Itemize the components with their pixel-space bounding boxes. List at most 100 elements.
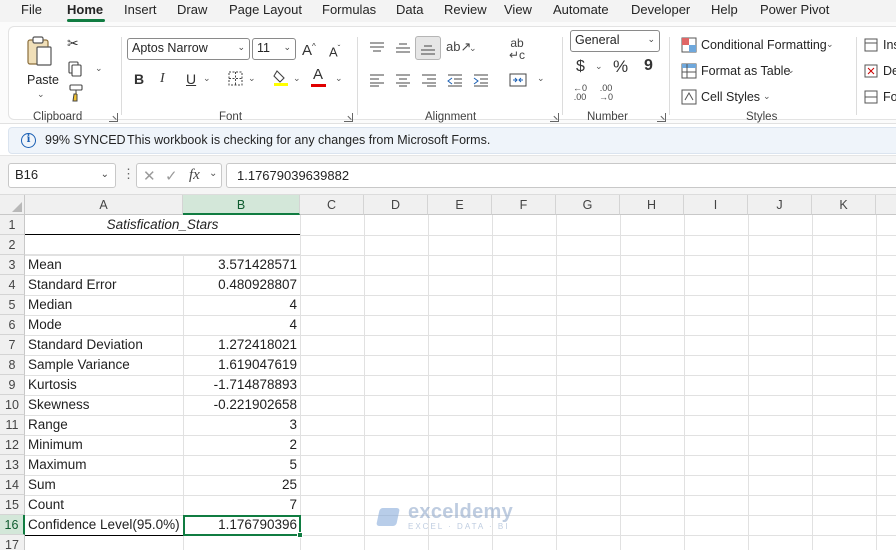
- column-header-g[interactable]: G: [556, 195, 620, 215]
- menu-help[interactable]: Help: [711, 2, 738, 17]
- row-header-7[interactable]: 7: [0, 335, 25, 355]
- chevron-down-icon[interactable]: ⌄: [248, 73, 256, 84]
- row-header-3[interactable]: 3: [0, 255, 25, 275]
- row-header-4[interactable]: 4: [0, 275, 25, 295]
- chevron-down-icon[interactable]: ⌄: [469, 43, 477, 54]
- chevron-down-icon[interactable]: ⌄: [209, 168, 217, 179]
- select-all-button[interactable]: [0, 195, 25, 215]
- name-box[interactable]: B16 ⌄: [8, 163, 116, 188]
- insert-cells-button[interactable]: Ins: [864, 36, 896, 56]
- stat-value[interactable]: 3.571428571: [183, 255, 300, 275]
- stat-label[interactable]: Sum: [25, 475, 183, 495]
- underline-button[interactable]: U: [186, 71, 196, 87]
- chevron-down-icon[interactable]: ⌄: [293, 73, 301, 84]
- copy-icon[interactable]: [67, 61, 83, 77]
- paste-button[interactable]: Paste ⌄: [19, 33, 61, 99]
- insert-function-button[interactable]: fx: [189, 167, 200, 184]
- stat-label[interactable]: Median: [25, 295, 183, 315]
- decrease-indent-icon[interactable]: [447, 73, 463, 87]
- decrease-font-icon[interactable]: Aˇ: [329, 41, 340, 60]
- column-header-l[interactable]: [876, 195, 896, 215]
- active-cell-selection[interactable]: [183, 515, 301, 536]
- stat-label[interactable]: Standard Error: [25, 275, 183, 295]
- column-header-c[interactable]: C: [300, 195, 364, 215]
- row-header-8[interactable]: 8: [0, 355, 25, 375]
- stat-label[interactable]: Mean: [25, 255, 183, 275]
- stat-label[interactable]: Maximum: [25, 455, 183, 475]
- more-options-icon[interactable]: ⋮: [122, 166, 135, 182]
- menu-draw[interactable]: Draw: [177, 2, 207, 17]
- menu-automate[interactable]: Automate: [553, 2, 609, 17]
- font-name-select[interactable]: Aptos Narrow ⌄: [127, 38, 250, 60]
- comma-style-button[interactable]: 9: [644, 58, 653, 74]
- align-right-icon[interactable]: [421, 73, 437, 87]
- cut-icon[interactable]: ✂: [67, 35, 79, 51]
- chevron-down-icon[interactable]: ⌄: [95, 63, 103, 74]
- row-header-6[interactable]: 6: [0, 315, 25, 335]
- number-format-select[interactable]: General ⌄: [570, 30, 660, 52]
- stat-value[interactable]: 3: [183, 415, 300, 435]
- stat-value[interactable]: 7: [183, 495, 300, 515]
- column-header-e[interactable]: E: [428, 195, 492, 215]
- column-header-k[interactable]: K: [812, 195, 876, 215]
- chevron-down-icon[interactable]: ⌄: [335, 73, 343, 84]
- stat-label[interactable]: Mode: [25, 315, 183, 335]
- row-header-13[interactable]: 13: [0, 455, 25, 475]
- stat-value[interactable]: 4: [183, 315, 300, 335]
- currency-button[interactable]: $: [576, 59, 585, 75]
- font-size-select[interactable]: 11 ⌄: [252, 38, 296, 60]
- decrease-decimal-icon[interactable]: .00 →0: [599, 84, 613, 102]
- column-header-h[interactable]: H: [620, 195, 684, 215]
- format-cells-button[interactable]: Fo: [864, 88, 896, 108]
- number-launcher-icon[interactable]: [657, 113, 666, 122]
- menu-data[interactable]: Data: [396, 2, 423, 17]
- stat-label[interactable]: Sample Variance: [25, 355, 183, 375]
- cell-styles-button[interactable]: Cell Styles ⌄: [679, 88, 789, 108]
- stat-label[interactable]: Count: [25, 495, 183, 515]
- stat-value[interactable]: 4: [183, 295, 300, 315]
- menu-power-pivot[interactable]: Power Pivot: [760, 2, 829, 17]
- menu-file[interactable]: File: [21, 2, 42, 17]
- stat-label[interactable]: Standard Deviation: [25, 335, 183, 355]
- clipboard-launcher-icon[interactable]: [109, 113, 118, 122]
- formula-input[interactable]: 1.17679039639882: [226, 163, 896, 188]
- align-middle-icon[interactable]: [395, 41, 411, 55]
- row-header-15[interactable]: 15: [0, 495, 25, 515]
- stat-label[interactable]: Skewness: [25, 395, 183, 415]
- conditional-formatting-button[interactable]: Conditional Formatting ⌄: [679, 36, 849, 56]
- bold-button[interactable]: B: [134, 71, 144, 87]
- row-header-12[interactable]: 12: [0, 435, 25, 455]
- font-launcher-icon[interactable]: [344, 113, 353, 122]
- increase-decimal-icon[interactable]: ←0.00: [573, 84, 587, 102]
- increase-font-icon[interactable]: A^: [302, 39, 316, 59]
- stat-label[interactable]: Range: [25, 415, 183, 435]
- stat-value[interactable]: 25: [183, 475, 300, 495]
- fill-color-icon[interactable]: [273, 69, 289, 87]
- menu-view[interactable]: View: [504, 2, 532, 17]
- italic-button[interactable]: I: [160, 71, 165, 87]
- column-header-f[interactable]: F: [492, 195, 556, 215]
- stat-value[interactable]: 0.480928807: [183, 275, 300, 295]
- row-header-2[interactable]: 2: [0, 235, 25, 255]
- alignment-launcher-icon[interactable]: [550, 113, 559, 122]
- stat-label[interactable]: Confidence Level(95.0%): [25, 515, 183, 535]
- wrap-text-icon[interactable]: ab ↵c: [509, 37, 525, 61]
- menu-review[interactable]: Review: [444, 2, 487, 17]
- menu-page-layout[interactable]: Page Layout: [229, 2, 302, 17]
- row-header-17[interactable]: 17: [0, 535, 25, 550]
- increase-indent-icon[interactable]: [473, 73, 489, 87]
- menu-formulas[interactable]: Formulas: [322, 2, 376, 17]
- row-header-5[interactable]: 5: [0, 295, 25, 315]
- stat-value[interactable]: 1.272418021: [183, 335, 300, 355]
- stat-label[interactable]: Kurtosis: [25, 375, 183, 395]
- stat-value[interactable]: -0.221902658: [183, 395, 300, 415]
- row-header-1[interactable]: 1: [0, 215, 25, 235]
- merge-center-icon[interactable]: [509, 73, 527, 87]
- blank-row-cell[interactable]: [25, 235, 300, 255]
- enter-icon[interactable]: ✓: [165, 167, 178, 185]
- row-header-14[interactable]: 14: [0, 475, 25, 495]
- row-header-10[interactable]: 10: [0, 395, 25, 415]
- column-header-j[interactable]: J: [748, 195, 812, 215]
- menu-home[interactable]: Home: [67, 2, 103, 17]
- stat-label[interactable]: Minimum: [25, 435, 183, 455]
